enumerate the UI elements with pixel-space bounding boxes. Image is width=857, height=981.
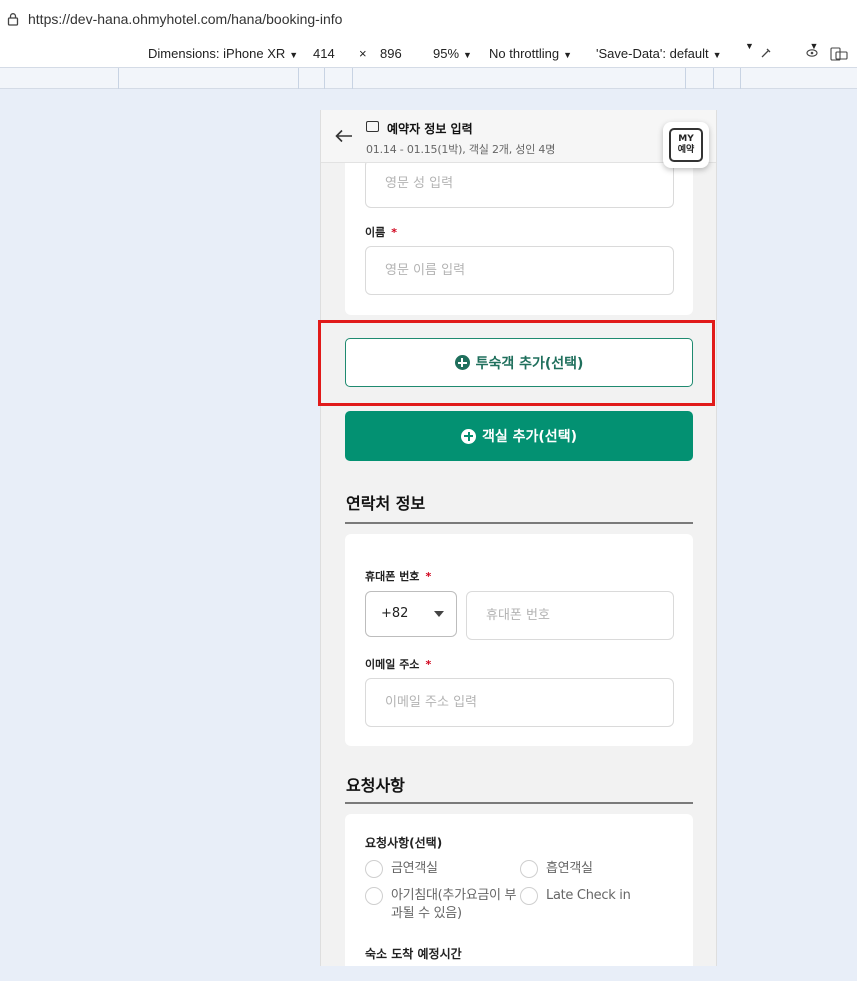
caret-down-icon: ▼ (563, 50, 573, 60)
back-arrow-icon[interactable] (335, 129, 353, 143)
contact-card: 휴대폰 번호 * +82 휴대폰 번호 이메일 주소 * 이메일 주소 입력 (345, 534, 693, 746)
media-query-ruler (0, 68, 857, 89)
radio-late-check-in[interactable]: Late Check in (520, 887, 631, 905)
radio-smoking[interactable]: 흡연객실 (520, 860, 593, 878)
add-room-button[interactable]: 객실 추가(선택) (345, 411, 693, 461)
address-text[interactable]: https://dev-hana.ohmyhotel.com/hana/book… (28, 11, 342, 27)
phone-label: 휴대폰 번호 * (365, 570, 432, 583)
requests-card: 요청사항(선택) 금연객실 흡연객실 아기침대(추가요금이 부과될 수 있음) … (345, 814, 693, 966)
plus-circle-icon (461, 428, 477, 444)
ticket-icon (366, 121, 379, 132)
browser-url-bar[interactable]: https://dev-hana.ohmyhotel.com/hana/book… (0, 0, 857, 38)
first-name-input[interactable]: 영문 이름 입력 (365, 246, 674, 295)
radio-circle[interactable] (365, 887, 383, 905)
requests-section-title: 요청사항 (346, 776, 405, 795)
ruler-mark (713, 68, 714, 89)
email-input[interactable]: 이메일 주소 입력 (365, 678, 674, 727)
caret-down-icon: ▼ (712, 50, 722, 60)
caret-down-icon: ▼ (463, 50, 472, 60)
viewport-height-input[interactable]: 896 (380, 46, 402, 61)
page-title: 예약자 정보 입력 (387, 122, 473, 136)
zoom-dropdown[interactable]: 95% ▼ (433, 46, 472, 61)
ruler-mark (352, 68, 353, 89)
radio-circle[interactable] (365, 860, 383, 878)
phone-input[interactable]: 휴대폰 번호 (466, 591, 674, 640)
radio-non-smoking[interactable]: 금연객실 (365, 860, 438, 878)
throttling-dropdown[interactable]: No throttling ▼ (489, 46, 572, 61)
eye-icon[interactable] (805, 47, 819, 59)
ruler-mark (740, 68, 741, 89)
my-booking-button[interactable]: MY 예약 (663, 122, 709, 168)
ruler-mark (685, 68, 686, 89)
device-toolbar: Dimensions: iPhone XR ▼ 414 × 896 95% ▼ No… (0, 38, 857, 68)
arrival-time-label: 숙소 도착 예정시간 (365, 947, 462, 961)
radio-circle[interactable] (520, 887, 538, 905)
more-options-caret-icon[interactable]: ▼ (745, 41, 754, 51)
requests-group-label: 요청사항(선택) (365, 836, 443, 850)
guest-info-card: 영문 성 입력 이름 * 영문 이름 입력 (345, 150, 693, 315)
viewport-width-input[interactable]: 414 (313, 46, 335, 61)
contact-section-title: 연락처 정보 (346, 494, 426, 513)
page-header: 예약자 정보 입력 01.14 - 01.15(1박), 객실 2개, 성인 4… (321, 110, 716, 163)
dimension-separator: × (359, 46, 367, 61)
booking-summary: 01.14 - 01.15(1박), 객실 2개, 성인 4명 (366, 143, 556, 156)
ruler-mark (324, 68, 325, 89)
section-divider (345, 522, 693, 524)
device-dimensions-dropdown[interactable]: Dimensions: iPhone XR ▼ (148, 46, 298, 61)
radio-circle[interactable] (520, 860, 538, 878)
last-name-input[interactable]: 영문 성 입력 (365, 159, 674, 208)
mobile-viewport: 예약자 정보 입력 01.14 - 01.15(1박), 객실 2개, 성인 4… (320, 110, 717, 966)
country-code-select[interactable]: +82 (365, 591, 457, 637)
eyedropper-icon[interactable] (760, 47, 772, 59)
rotate-device-icon[interactable] (830, 47, 848, 61)
radio-baby-crib[interactable]: 아기침대(추가요금이 부과될 수 있음) (365, 887, 525, 923)
section-divider (345, 802, 693, 804)
first-name-label: 이름 * (365, 226, 398, 239)
my-booking-icon: MY 예약 (669, 128, 703, 162)
email-label: 이메일 주소 * (365, 658, 432, 671)
highlight-box (318, 320, 715, 406)
ruler-mark (118, 68, 119, 89)
lock-icon (7, 13, 19, 26)
save-data-dropdown[interactable]: 'Save-Data': default ▼ (596, 46, 722, 61)
ruler-mark (298, 68, 299, 89)
caret-down-icon: ▼ (289, 50, 299, 60)
chevron-down-icon (434, 611, 444, 617)
